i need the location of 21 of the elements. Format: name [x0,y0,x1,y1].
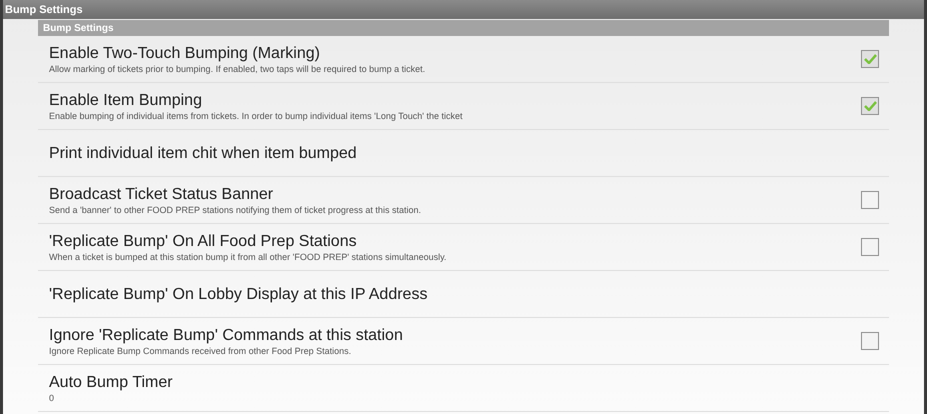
setting-title[interactable]: Print individual item chit when item bumped [49,144,879,162]
setting-title[interactable]: Broadcast Ticket Status Banner [49,184,861,204]
setting-title[interactable]: Ignore 'Replicate Bump' Commands at this station [49,326,861,344]
setting-summary: Allow marking of tickets prior to bumping. If enabled, two taps will be required to bump a ticket. [49,62,426,74]
setting-title[interactable]: Enable Two-Touch Bumping (Marking) [49,44,861,62]
window-title: Bump Settings [3,0,924,19]
checkbox[interactable] [861,191,879,209]
setting-title[interactable]: Enable Item Bumping [49,90,861,110]
setting-summary: When a ticket is bumped at this station bump it from all other 'FOOD PREP' stations simultaneously. [49,250,448,262]
setting-summary: 0 [49,392,56,404]
setting-summary: Enable bumping of individual items from tickets. In order to bump individual items 'Long Touch' the ticket [49,110,464,122]
checkbox[interactable] [861,50,879,68]
setting-title[interactable]: 'Replicate Bump' On Lobby Display at this IP Address [49,284,879,304]
setting-summary: Ignore Replicate Bump Commands received from other Food Prep Stations. [49,344,352,356]
setting-title[interactable]: 'Replicate Bump' On All Food Prep Stations [49,232,861,250]
setting-title[interactable]: Auto Bump Timer [49,372,879,392]
checkbox[interactable] [861,238,879,256]
checkbox[interactable] [861,332,879,350]
setting-summary: Send a 'banner' to other FOOD PREP stations notifying them of ticket progress at this station. [49,204,422,216]
checkbox[interactable] [861,97,879,115]
section-header: Bump Settings [38,20,889,36]
